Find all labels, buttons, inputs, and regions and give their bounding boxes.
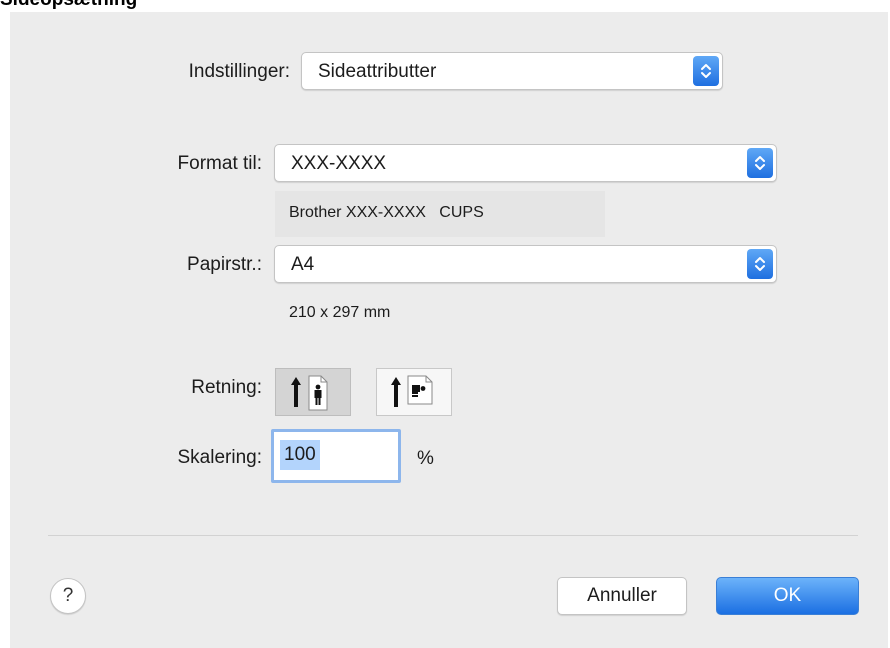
chevron-updown-icon [747,148,773,178]
format-for-popup[interactable]: XXX-XXXX [274,144,777,182]
settings-popup-value: Sideattributter [318,61,437,82]
page-heading: Sideopsætning [0,0,137,11]
settings-popup[interactable]: Sideattributter [301,52,723,90]
portrait-orientation-icon [291,375,328,411]
paper-dimensions: 210 x 297 mm [289,304,391,321]
orientation-portrait-button[interactable] [275,368,351,416]
scaling-input[interactable]: 100 [271,429,401,483]
paper-size-popup[interactable]: A4 [274,245,777,283]
divider [48,535,858,536]
ok-button[interactable]: OK [716,577,859,615]
cancel-button[interactable]: Annuller [557,577,687,615]
settings-label: Indstillinger: [188,61,290,82]
printer-info: Brother XXX-XXXX CUPS [289,204,484,221]
landscape-orientation-icon [391,375,433,407]
format-for-label: Format til: [177,153,262,174]
paper-size-popup-value: A4 [291,254,315,275]
chevron-updown-icon [747,249,773,279]
orientation-label: Retning: [191,377,262,398]
page-setup-dialog [10,12,888,648]
help-button[interactable]: ? [50,578,86,614]
scaling-input-value: 100 [280,440,320,470]
orientation-landscape-button[interactable] [376,368,452,416]
format-for-popup-value: XXX-XXXX [291,153,387,174]
scaling-unit: % [417,448,434,469]
paper-size-label: Papirstr.: [187,254,262,275]
scaling-label: Skalering: [177,447,263,468]
chevron-updown-icon [693,56,719,86]
